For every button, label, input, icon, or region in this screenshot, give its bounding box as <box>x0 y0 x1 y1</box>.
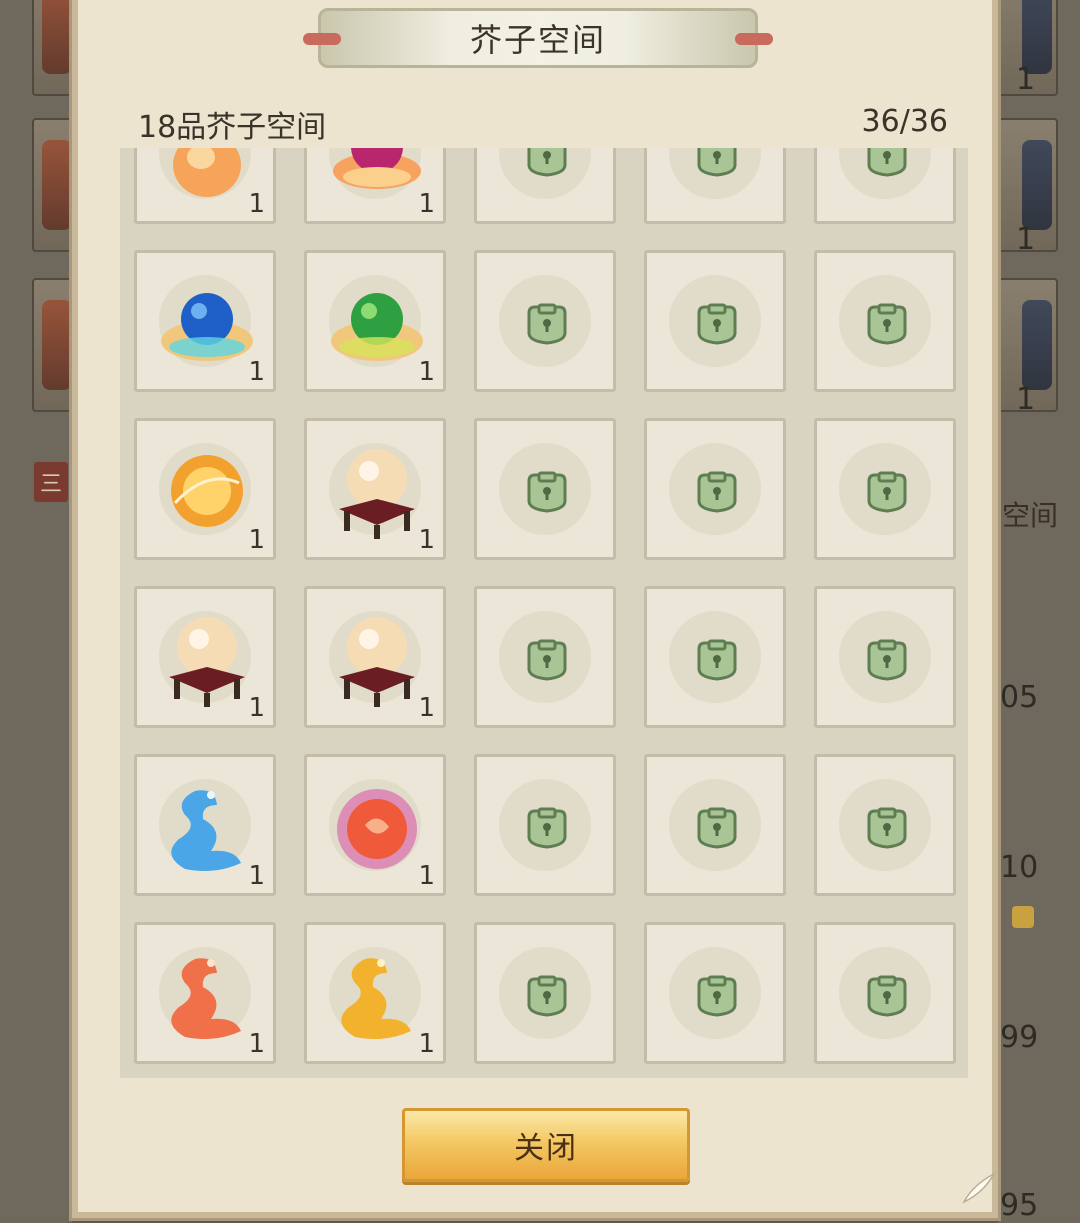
lock-icon <box>867 807 907 849</box>
lock-icon <box>697 471 737 513</box>
mustard-space-dialog: 芥子空间 18品芥子空间 36/36 1 1 1 1 1 1 1 1 1 1 1 1 关闭 <box>72 0 998 1218</box>
locked-slot[interactable] <box>644 148 786 224</box>
lock-icon <box>527 303 567 345</box>
locked-slot[interactable] <box>644 250 786 392</box>
red-dragon-cloud-icon <box>171 958 241 1039</box>
item-slot[interactable]: 1 <box>134 922 276 1064</box>
item-slot[interactable]: 1 <box>134 754 276 896</box>
background-count: 1 <box>1016 222 1036 257</box>
background-number: 95 <box>1000 1188 1039 1223</box>
item-quantity: 1 <box>418 861 435 891</box>
space-quality-label: 18品芥子空间 <box>138 110 327 145</box>
item-quantity: 1 <box>248 693 265 723</box>
locked-slot[interactable] <box>814 754 956 896</box>
lock-icon <box>697 148 737 177</box>
item-slot[interactable]: 1 <box>304 148 446 224</box>
blue-dragon-cloud-icon <box>171 790 241 871</box>
lock-icon <box>867 303 907 345</box>
locked-slot[interactable] <box>474 250 616 392</box>
pearl-on-stand-icon <box>339 617 415 707</box>
lock-icon <box>697 975 737 1017</box>
locked-slot[interactable] <box>474 418 616 560</box>
peach-gourd-icon <box>173 148 241 197</box>
locked-slot[interactable] <box>814 586 956 728</box>
item-quantity: 1 <box>418 525 435 555</box>
red-lotus-orb-icon <box>333 148 421 189</box>
locked-slot[interactable] <box>814 922 956 1064</box>
lock-icon <box>527 471 567 513</box>
item-quantity: 1 <box>418 189 435 219</box>
blue-lotus-orb-icon <box>161 293 253 361</box>
pearl-on-stand-icon <box>339 449 415 539</box>
rose-flame-orb-icon <box>337 789 417 869</box>
lock-icon <box>527 975 567 1017</box>
close-button-label: 关闭 <box>514 1131 578 1166</box>
locked-slot[interactable] <box>814 148 956 224</box>
background-number: 10 <box>1000 850 1039 885</box>
lock-icon <box>697 807 737 849</box>
item-quantity: 1 <box>248 189 265 219</box>
item-quantity: 1 <box>418 1029 435 1059</box>
item-slot[interactable]: 1 <box>134 418 276 560</box>
item-quantity: 1 <box>418 693 435 723</box>
amber-spirit-orb-icon <box>171 455 243 527</box>
item-slot[interactable]: 1 <box>304 250 446 392</box>
locked-slot[interactable] <box>644 586 786 728</box>
background-number: 99 <box>1000 1020 1039 1055</box>
locked-slot[interactable] <box>814 418 956 560</box>
lock-icon <box>867 639 907 681</box>
background-banner: 三 <box>34 462 69 502</box>
gold-dragon-cloud-icon <box>341 958 411 1039</box>
banner-pin-icon <box>735 33 773 45</box>
close-button[interactable]: 关闭 <box>402 1108 690 1182</box>
locked-slot[interactable] <box>474 586 616 728</box>
item-quantity: 1 <box>248 357 265 387</box>
lock-icon <box>527 148 567 177</box>
background-number: 05 <box>1000 680 1039 715</box>
pearl-on-stand-icon <box>169 617 245 707</box>
item-slot[interactable]: 1 <box>304 586 446 728</box>
item-quantity: 1 <box>248 1029 265 1059</box>
green-lotus-orb-icon <box>331 293 423 361</box>
locked-slot[interactable] <box>474 754 616 896</box>
locked-slot[interactable] <box>474 148 616 224</box>
inventory-grid: 1 1 1 1 1 1 1 1 1 1 1 1 <box>134 148 956 1064</box>
locked-slot[interactable] <box>644 754 786 896</box>
background-count: 1 <box>1016 62 1036 97</box>
dialog-title-banner: 芥子空间 <box>303 8 773 68</box>
item-slot[interactable]: 1 <box>304 754 446 896</box>
locked-slot[interactable] <box>474 922 616 1064</box>
item-quantity: 1 <box>418 357 435 387</box>
locked-slot[interactable] <box>644 922 786 1064</box>
item-slot[interactable]: 1 <box>134 148 276 224</box>
background-side-label: 空间 <box>1002 499 1059 532</box>
item-slot[interactable]: 1 <box>304 418 446 560</box>
lock-icon <box>867 975 907 1017</box>
item-slot[interactable]: 1 <box>134 250 276 392</box>
locked-slot[interactable] <box>644 418 786 560</box>
item-quantity: 1 <box>248 861 265 891</box>
capacity-counter: 36/36 <box>861 104 948 139</box>
item-slot[interactable]: 1 <box>304 922 446 1064</box>
lock-icon <box>867 148 907 177</box>
lock-icon <box>697 639 737 681</box>
inventory-scroll-area[interactable]: 1 1 1 1 1 1 1 1 1 1 1 1 <box>120 148 968 1078</box>
lock-icon <box>527 807 567 849</box>
lock-icon <box>1012 906 1034 928</box>
background-count: 1 <box>1016 382 1036 417</box>
dialog-title: 芥子空间 <box>469 21 606 59</box>
lock-icon <box>867 471 907 513</box>
item-slot[interactable]: 1 <box>134 586 276 728</box>
lock-icon <box>527 639 567 681</box>
lock-icon <box>697 303 737 345</box>
feather-corner-icon <box>962 1172 996 1204</box>
banner-pin-icon <box>303 33 341 45</box>
locked-slot[interactable] <box>814 250 956 392</box>
item-quantity: 1 <box>248 525 265 555</box>
